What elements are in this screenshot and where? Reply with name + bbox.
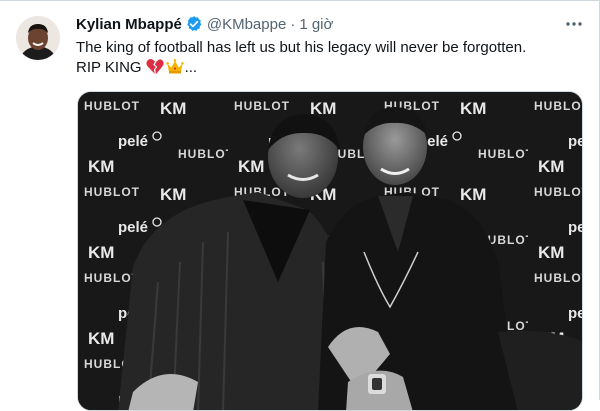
tweet-media-photo[interactable]: HUBLOT KM pelé HUBLOT KM	[77, 91, 583, 411]
author-avatar[interactable]	[16, 16, 60, 60]
photo-scene: HUBLOT KM pelé HUBLOT KM	[78, 92, 582, 410]
tweet-header: Kylian Mbappé @KMbappe · 1 giờ	[76, 14, 333, 34]
tweet-text-line-1: The king of football has left us but his…	[76, 39, 527, 56]
author-display-name[interactable]: Kylian Mbappé	[76, 16, 182, 33]
more-horizontal-icon	[566, 22, 582, 26]
tweet-text-line-2: RIP KING ...	[76, 58, 586, 81]
separator-dot: ·	[290, 15, 296, 33]
tweet-timestamp[interactable]: 1 giờ	[299, 16, 333, 33]
author-handle[interactable]: @KMbappe	[207, 16, 286, 33]
tweet-text: The king of football has left us but his…	[76, 38, 586, 81]
top-divider	[0, 0, 600, 1]
tweet-text-ellipsis: ...	[184, 59, 198, 76]
more-options-button[interactable]	[562, 12, 586, 36]
broken-heart-icon	[146, 58, 164, 81]
verified-badge-icon	[185, 15, 203, 33]
crown-icon	[165, 58, 184, 81]
profile-photo-icon	[16, 16, 60, 60]
tweet-text-rip: RIP KING	[76, 59, 142, 76]
